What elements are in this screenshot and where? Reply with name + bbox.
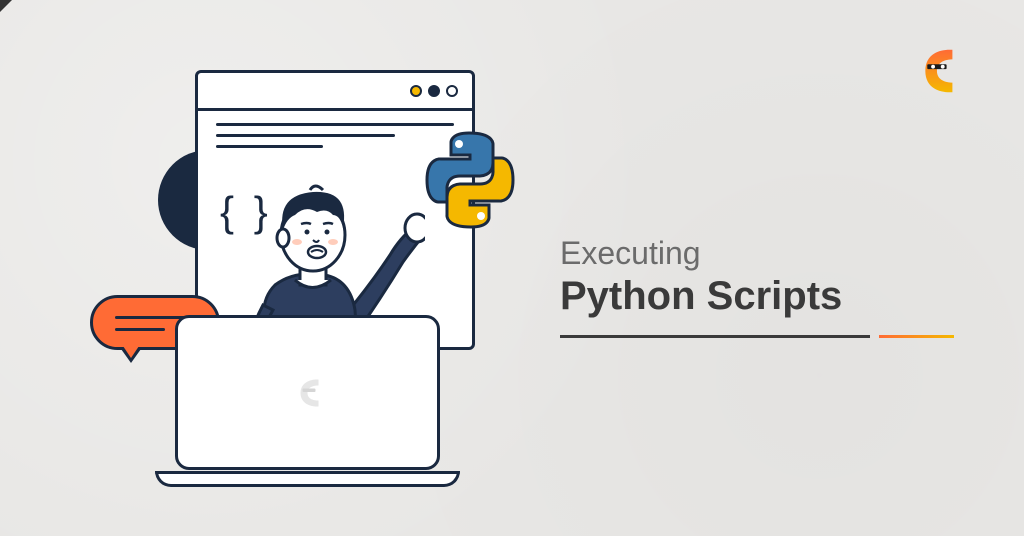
title-line-1: Executing — [560, 235, 870, 272]
corner-shadow — [0, 0, 12, 12]
title-line-2: Python Scripts — [560, 274, 870, 319]
laptop-icon — [175, 315, 440, 485]
hero-illustration: { } — [120, 70, 500, 470]
laptop-brand-icon — [290, 375, 325, 410]
title-underline — [560, 335, 870, 338]
title-block: Executing Python Scripts — [560, 235, 870, 338]
brand-logo-icon — [906, 42, 964, 100]
window-controls-icon — [410, 85, 458, 97]
browser-header — [198, 73, 472, 111]
python-logo-icon — [415, 125, 525, 235]
